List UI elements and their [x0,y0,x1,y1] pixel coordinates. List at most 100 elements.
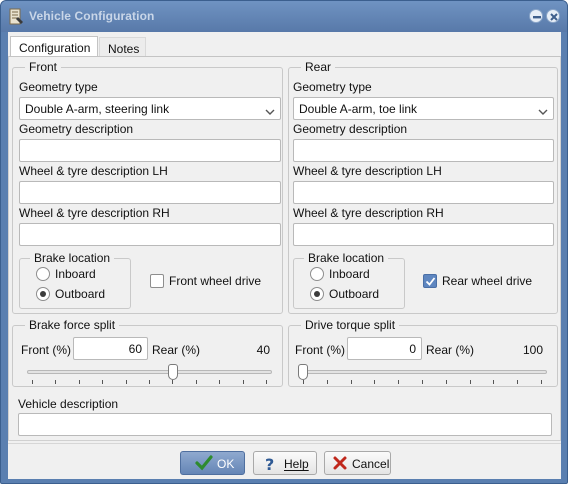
window-title: Vehicle Configuration [29,9,155,23]
torque-rear-percent-value: 100 [522,343,543,357]
rear-brake-outboard-label: Outboard [329,287,380,301]
tab-notes[interactable]: Notes [99,37,146,58]
front-geometry-description-field[interactable] [19,139,281,162]
brake-front-percent-field[interactable] [73,337,148,360]
rear-wheel-lh-field[interactable] [293,181,554,204]
rear-wheel-drive-checkbox[interactable] [423,274,437,288]
drive-torque-slider-ticks [303,380,542,384]
rear-wheel-rh-field[interactable] [293,223,554,246]
front-legend: Front [25,60,62,74]
slider-tick [541,380,542,384]
front-geometry-type-label: Geometry type [19,80,98,94]
x-icon [332,455,348,474]
close-icon[interactable] [546,9,560,23]
chevron-down-icon [265,105,275,119]
slider-tick [172,380,174,384]
front-wheel-drive-label: Front wheel drive [169,274,262,288]
brake-front-label: Front (%) [21,343,72,357]
brake-force-split-legend: Brake force split [25,318,120,332]
front-geometry-type-select[interactable]: Double A-arm, steering link [19,97,281,120]
cancel-label: Cancel [352,457,390,471]
rear-geometry-description-label: Geometry description [293,122,408,136]
slider-tick [195,380,197,384]
slider-tick [517,380,519,384]
slider-tick [266,380,267,384]
torque-front-percent-field[interactable] [347,337,422,360]
rear-brake-location-legend: Brake location [304,251,389,265]
slider-tick [102,380,104,384]
rear-wheel-rh-label: Wheel & tyre description RH [293,206,444,220]
front-group: Front Geometry type Double A-arm, steeri… [12,60,283,314]
brake-force-split-group: Brake force split Front (%) Rear (%) 40 [12,318,283,387]
slider-tick [398,380,400,384]
front-wheel-lh-field[interactable] [19,181,281,204]
dialog-client: Configuration Notes Front Geometry type … [8,32,561,479]
slider-tick [78,380,80,384]
rear-geometry-type-value: Double A-arm, toe link [299,102,418,116]
title-bar[interactable]: Vehicle Configuration [1,1,567,32]
svg-text:?: ? [265,455,274,472]
front-brake-outboard-radio[interactable] [36,287,50,301]
slider-tick [493,380,495,384]
rear-wheel-lh-label: Wheel & tyre description LH [293,164,442,178]
checkmark-icon [195,455,213,474]
rear-brake-location-group: Brake location Inboard Outboard [293,251,405,309]
slider-tick [469,380,471,384]
vehicle-description-label: Vehicle description [18,397,119,411]
question-mark-icon: ? [263,455,279,475]
slider-tick [422,380,423,384]
torque-rear-label: Rear (%) [426,343,475,357]
rear-legend: Rear [301,60,336,74]
brake-force-slider-track[interactable] [27,370,272,374]
front-geometry-description-label: Geometry description [19,122,134,136]
rear-geometry-description-field[interactable] [293,139,554,162]
rear-brake-outboard-radio[interactable] [310,287,324,301]
rear-brake-inboard-radio[interactable] [310,267,324,281]
brake-rear-label: Rear (%) [152,343,201,357]
ok-label: OK [217,457,235,471]
slider-tick [445,380,447,384]
drive-torque-split-legend: Drive torque split [301,318,400,332]
front-brake-outboard-label: Outboard [55,287,106,301]
slider-tick [149,380,150,384]
slider-tick [125,380,127,384]
front-brake-inboard-label: Inboard [55,267,96,281]
rear-wheel-drive-label: Rear wheel drive [442,274,533,288]
front-wheel-lh-label: Wheel & tyre description LH [19,164,168,178]
rear-geometry-type-select[interactable]: Double A-arm, toe link [293,97,554,120]
front-wheel-drive-checkbox[interactable] [150,274,164,288]
rear-brake-inboard-label: Inboard [329,267,370,281]
slider-tick [326,380,328,384]
help-button[interactable]: ? Help [253,451,317,475]
front-wheel-rh-field[interactable] [19,223,281,246]
slider-tick [350,380,352,384]
drive-torque-slider-track[interactable] [298,370,547,374]
slider-tick [55,380,57,384]
rear-group: Rear Geometry type Double A-arm, toe lin… [288,60,558,314]
torque-front-label: Front (%) [295,343,346,357]
slider-tick [32,380,33,384]
cancel-button[interactable]: Cancel [324,451,391,475]
app-icon [9,8,24,25]
minimize-icon[interactable] [529,9,543,23]
slider-tick [242,380,244,384]
slider-tick [374,380,376,384]
slider-tick [303,380,304,384]
configuration-page: Front Geometry type Double A-arm, steeri… [8,56,561,441]
front-brake-inboard-radio[interactable] [36,267,50,281]
front-geometry-type-value: Double A-arm, steering link [25,102,170,116]
slider-tick [219,380,221,384]
vehicle-description-field[interactable] [18,413,552,436]
help-label: Help [284,457,309,471]
chevron-down-icon [538,105,548,119]
drive-torque-slider-thumb[interactable] [298,364,308,380]
drive-torque-split-group: Drive torque split Front (%) Rear (%) 10… [288,318,558,387]
footer-divider [8,443,561,444]
window: Vehicle Configuration Configuration Note… [0,0,568,484]
ok-button[interactable]: OK [180,451,245,475]
rear-geometry-type-label: Geometry type [293,80,372,94]
brake-rear-percent-value: 40 [256,343,270,357]
front-wheel-rh-label: Wheel & tyre description RH [19,206,170,220]
front-brake-location-group: Brake location Inboard Outboard [19,251,131,309]
brake-force-slider-thumb[interactable] [168,364,178,380]
